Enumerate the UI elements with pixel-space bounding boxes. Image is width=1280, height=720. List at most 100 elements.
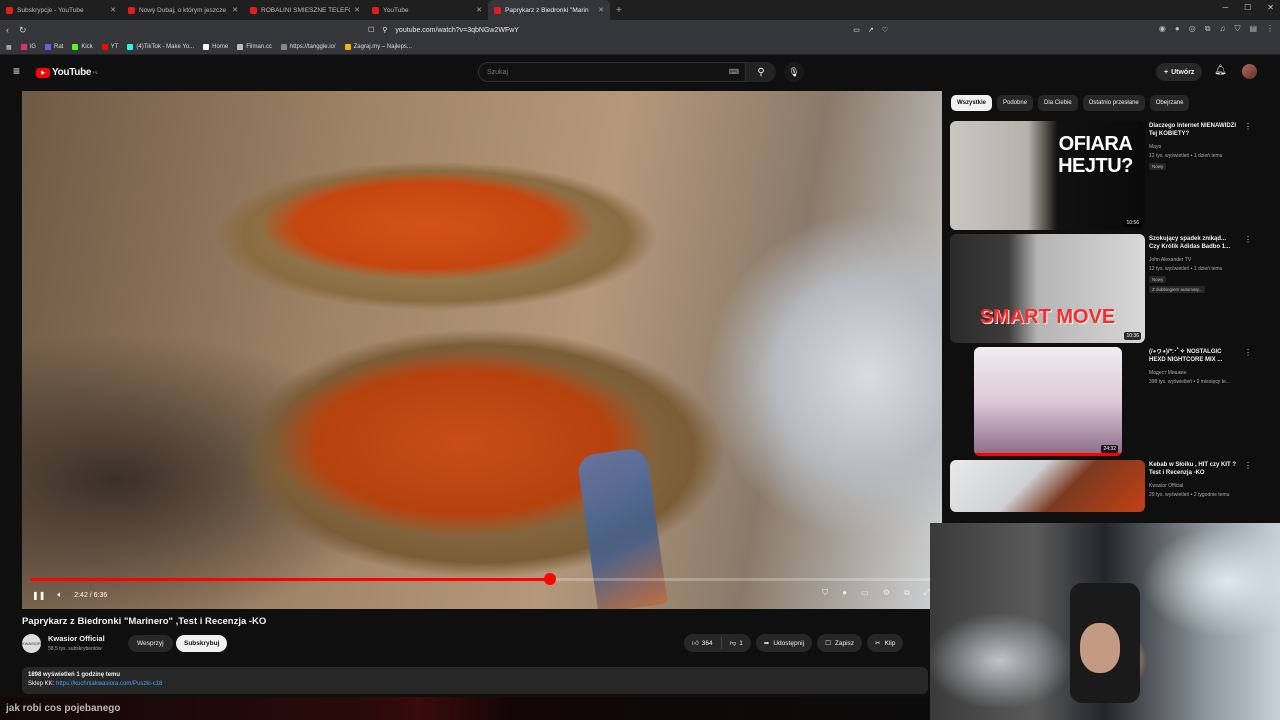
minimize-icon[interactable]: ─ <box>1222 3 1228 12</box>
close-window-icon[interactable]: ✕ <box>1267 3 1274 12</box>
more-options-icon[interactable]: ⋮ <box>1244 235 1252 244</box>
browser-tab[interactable]: YouTube ✕ <box>366 0 488 20</box>
extension-icon[interactable]: ● <box>1175 24 1180 34</box>
recommendation-channel[interactable]: John Alexander TV <box>1149 257 1191 263</box>
cast-icon[interactable]: ▭ <box>853 26 860 34</box>
chip-related[interactable]: Podobne <box>997 95 1034 111</box>
browser-tab[interactable]: ROBALINI ŚMIESZNE TELEFONY✕ <box>244 0 366 20</box>
subscriber-count: 58,5 tys. subskrybentów <box>48 646 102 652</box>
miniplayer-icon[interactable]: ⧉ <box>904 588 910 598</box>
chip-all[interactable]: Wszystkie <box>951 95 993 111</box>
chip-watched[interactable]: Obejrzane <box>1149 95 1190 111</box>
search-button[interactable]: ⚲ <box>746 62 776 82</box>
reload-icon[interactable]: ↻ <box>19 25 27 36</box>
volume-icon[interactable]: 🔈︎ <box>57 590 62 600</box>
bookmark-item[interactable]: Home <box>203 44 228 50</box>
browser-tab-active[interactable]: Paprykarz z Biedronki "Marin ✕ <box>488 0 610 20</box>
chip-for-you[interactable]: Dla Ciebie <box>1038 95 1078 111</box>
recommendation-title[interactable]: Kebab w Słoiku , HIT czy KIT ? Test i Re… <box>1149 461 1237 477</box>
chip-recently-uploaded[interactable]: Ostatnio przesłane <box>1082 95 1145 111</box>
browser-tab[interactable]: Subskrypcje - YouTube ✕ <box>0 0 122 20</box>
search-input[interactable]: Szukaj ⌨ <box>478 62 746 82</box>
url-text[interactable]: youtube.com/watch?v=3qbNGw2WFwY <box>395 27 845 34</box>
browser-tab[interactable]: Nowy Dubaj, o którym jeszcze nie sł✕ <box>122 0 244 20</box>
extension-icon[interactable]: ◎ <box>1189 24 1196 34</box>
subtitles-icon[interactable]: ▭ <box>861 588 869 598</box>
video-thumbnail[interactable]: OFIARA HEJTU? 10:56 <box>950 121 1145 230</box>
video-thumbnail[interactable] <box>950 460 1145 512</box>
recommendation-meta: 12 tys. wyświetleń • 1 dzień temu <box>1149 266 1223 272</box>
create-button[interactable]: + Utwórz <box>1156 63 1203 81</box>
sidebar-icon[interactable]: ▤ <box>1249 24 1257 34</box>
recommendation-title[interactable]: Dlaczego Internet NIENAWIDZI Tej KOBIETY… <box>1149 122 1237 138</box>
bookmark-item[interactable]: Filman.cc <box>237 44 272 50</box>
more-options-icon[interactable]: ⋮ <box>1244 122 1252 131</box>
sponsor-icon[interactable]: ⛉ <box>822 588 828 598</box>
youtube-logo[interactable]: ▶ YouTube PL <box>36 67 98 78</box>
video-thumbnail[interactable]: 24:32 <box>974 347 1122 456</box>
music-icon[interactable]: ♫ <box>1219 24 1225 34</box>
more-options-icon[interactable]: ⋮ <box>1244 348 1252 357</box>
close-tab-icon[interactable]: ✕ <box>354 6 360 14</box>
notifications-bell-icon[interactable]: 🔔︎ <box>1214 65 1227 76</box>
back-icon[interactable]: ‹ <box>6 25 9 35</box>
recommendation-item[interactable]: OFIARA HEJTU? 10:56 Dlaczego Internet NI… <box>950 121 1270 234</box>
subscribe-button[interactable]: Subskrybuj <box>176 635 228 652</box>
bookmark-item[interactable]: IG <box>20 44 36 50</box>
share-page-icon[interactable]: ↗ <box>868 26 874 34</box>
shop-link[interactable]: https://kuchniakwasiora.com/Puszki-c18 <box>56 681 162 687</box>
bookmark-item[interactable]: Zagraj.my – Najleps... <box>344 44 412 50</box>
recommendation-channel[interactable]: Mayo <box>1149 144 1161 150</box>
address-bar[interactable]: ☐ ⚲ youtube.com/watch?v=3qbNGw2WFwY ▭ ↗ … <box>368 23 888 37</box>
channel-name[interactable]: Kwasior Official <box>48 634 105 643</box>
autoplay-icon[interactable]: ● <box>842 588 847 598</box>
channel-avatar[interactable]: KWASIOR <box>22 634 41 653</box>
like-button[interactable]: 👍︎ 364 <box>684 634 721 652</box>
bookmark-item[interactable]: Rat <box>45 44 63 50</box>
voice-search-button[interactable]: 🎙︎ <box>784 62 804 82</box>
settings-gear-icon[interactable]: ⚙ <box>883 588 890 598</box>
bookmark-item[interactable]: Kick <box>72 44 93 50</box>
new-tab-icon[interactable]: + <box>610 5 628 16</box>
recommendation-channel[interactable]: Модест Мишкин <box>1149 370 1186 376</box>
support-button[interactable]: Wesprzyj <box>128 635 173 652</box>
recommendation-channel[interactable]: Kwasior Official <box>1149 483 1183 489</box>
close-tab-icon[interactable]: ✕ <box>598 6 604 14</box>
close-tab-icon[interactable]: ✕ <box>110 6 116 14</box>
clip-button[interactable]: ✂ Klip <box>867 634 904 652</box>
video-thumbnail[interactable]: SMART MOVE 10:36 <box>950 234 1145 343</box>
pause-icon[interactable]: ❚❚ <box>32 591 45 600</box>
maximize-icon[interactable]: ☐ <box>1244 3 1251 12</box>
bookmark-item[interactable]: https://tanggle.io/ <box>280 44 336 50</box>
bookmark-item[interactable]: YT <box>101 44 118 50</box>
hamburger-menu-icon[interactable]: ≡ <box>13 65 20 77</box>
description-box[interactable]: 1898 wyświetleń 1 godzinę temu Sklep KK:… <box>22 667 928 694</box>
close-tab-icon[interactable]: ✕ <box>232 6 238 14</box>
progress-scrubber[interactable] <box>543 573 556 585</box>
menu-dots-icon[interactable]: ⋮ <box>1266 24 1274 34</box>
more-options-icon[interactable]: ⋮ <box>1244 461 1252 470</box>
keyboard-icon[interactable]: ⌨ <box>729 68 739 76</box>
kick-icon <box>72 44 79 50</box>
dislike-button[interactable]: 👎︎ 1 <box>722 634 751 652</box>
bookmark-page-icon[interactable]: ☐ <box>368 26 374 34</box>
save-button[interactable]: ☐ Zapisz <box>817 634 863 652</box>
bookmark-item[interactable]: (4)TikTok - Make Yo... <box>127 44 194 50</box>
apps-grid-icon[interactable]: ▦ <box>6 44 12 51</box>
browser-tab-bar: Subskrypcje - YouTube ✕ Nowy Dubaj, o któ… <box>0 0 1280 20</box>
video-player[interactable]: ❚❚ 🔈︎ 2:42 / 6:36 ⛉ ● ▭ ⚙ ⧉ ⤢ <box>22 91 942 609</box>
share-button[interactable]: ➦ Udostępnij <box>755 634 813 652</box>
scissors-icon: ✂ <box>875 640 881 647</box>
extension-icon[interactable]: ⧉ <box>1205 24 1211 34</box>
shield-icon[interactable]: ⛉ <box>1234 24 1240 34</box>
extension-icon[interactable]: ◉ <box>1159 24 1166 34</box>
recommendation-title[interactable]: Szokujący spadek znikąd... Czy Królik Ad… <box>1149 235 1237 251</box>
favorite-icon[interactable]: ♡ <box>882 26 888 34</box>
recommendation-title[interactable]: (/◕ヮ◕)/*:･ﾟ✧ NOSTALGIC HEXD NIGHTCORE MI… <box>1149 348 1237 364</box>
progress-bar[interactable] <box>30 573 934 585</box>
site-info-icon[interactable]: ⚲ <box>382 26 387 34</box>
recommendation-item[interactable]: SMART MOVE 10:36 Szokujący spadek znikąd… <box>950 234 1270 347</box>
recommendation-item[interactable]: 24:32 (/◕ヮ◕)/*:･ﾟ✧ NOSTALGIC HEXD NIGHTC… <box>950 347 1270 460</box>
account-avatar[interactable] <box>1242 64 1257 79</box>
close-tab-icon[interactable]: ✕ <box>476 6 482 14</box>
